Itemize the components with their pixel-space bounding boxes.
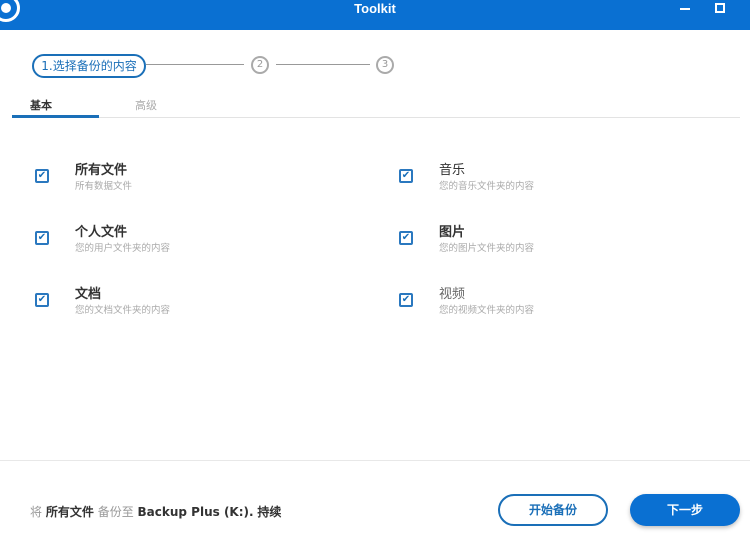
window-title: Toolkit: [354, 1, 396, 16]
step-3-indicator: 3: [376, 56, 394, 74]
maximize-button[interactable]: [715, 3, 725, 13]
step-connector: [146, 64, 244, 65]
backup-summary: 将 所有文件 备份至 Backup Plus (K:). 持续: [30, 503, 281, 520]
checkbox-checked-icon[interactable]: ✔: [399, 169, 413, 183]
option-title: 视频: [439, 287, 466, 302]
tab-basic[interactable]: 基本: [30, 97, 52, 113]
summary-text: 备份至: [97, 505, 134, 519]
option-music[interactable]: ✔ 音乐 您的音乐文件夹的内容: [399, 159, 649, 199]
tab-divider: [12, 117, 740, 118]
checkbox-checked-icon[interactable]: ✔: [35, 293, 49, 307]
option-title: 图片: [439, 225, 466, 240]
footer-divider: [0, 460, 750, 461]
summary-frequency: 持续: [257, 505, 282, 519]
checkbox-checked-icon[interactable]: ✔: [399, 231, 413, 245]
minimize-button[interactable]: [680, 8, 690, 10]
checkbox-checked-icon[interactable]: ✔: [35, 169, 49, 183]
option-documents[interactable]: ✔ 文档 您的文档文件夹的内容: [35, 283, 285, 323]
tab-active-indicator: [12, 115, 99, 118]
option-pictures[interactable]: ✔ 图片 您的图片文件夹的内容: [399, 221, 649, 261]
option-subtitle: 您的音乐文件夹的内容: [439, 181, 535, 192]
step-2-indicator: 2: [251, 56, 269, 74]
checkbox-checked-icon[interactable]: ✔: [35, 231, 49, 245]
summary-text: 将: [30, 505, 43, 519]
next-button[interactable]: 下一步: [630, 494, 740, 526]
option-personal-files[interactable]: ✔ 个人文件 您的用户文件夹的内容: [35, 221, 285, 261]
option-subtitle: 您的视频文件夹的内容: [439, 305, 535, 316]
start-backup-button[interactable]: 开始备份: [498, 494, 608, 526]
step-1-indicator: 1.选择备份的内容: [32, 54, 146, 78]
option-title: 所有文件: [75, 163, 128, 178]
option-videos[interactable]: ✔ 视频 您的视频文件夹的内容: [399, 283, 649, 323]
option-title: 个人文件: [75, 225, 128, 240]
option-title: 文档: [75, 287, 102, 302]
tab-advanced[interactable]: 高级: [135, 97, 157, 113]
option-subtitle: 所有数据文件: [75, 181, 133, 192]
option-title: 音乐: [439, 163, 466, 178]
summary-destination: Backup Plus (K:).: [137, 505, 254, 519]
summary-source: 所有文件: [45, 505, 94, 519]
option-subtitle: 您的图片文件夹的内容: [439, 243, 535, 254]
step-connector: [276, 64, 370, 65]
option-subtitle: 您的文档文件夹的内容: [75, 305, 171, 316]
checkbox-checked-icon[interactable]: ✔: [399, 293, 413, 307]
option-subtitle: 您的用户文件夹的内容: [75, 243, 171, 254]
title-bar: Toolkit: [0, 0, 750, 30]
option-all-files[interactable]: ✔ 所有文件 所有数据文件: [35, 159, 285, 199]
